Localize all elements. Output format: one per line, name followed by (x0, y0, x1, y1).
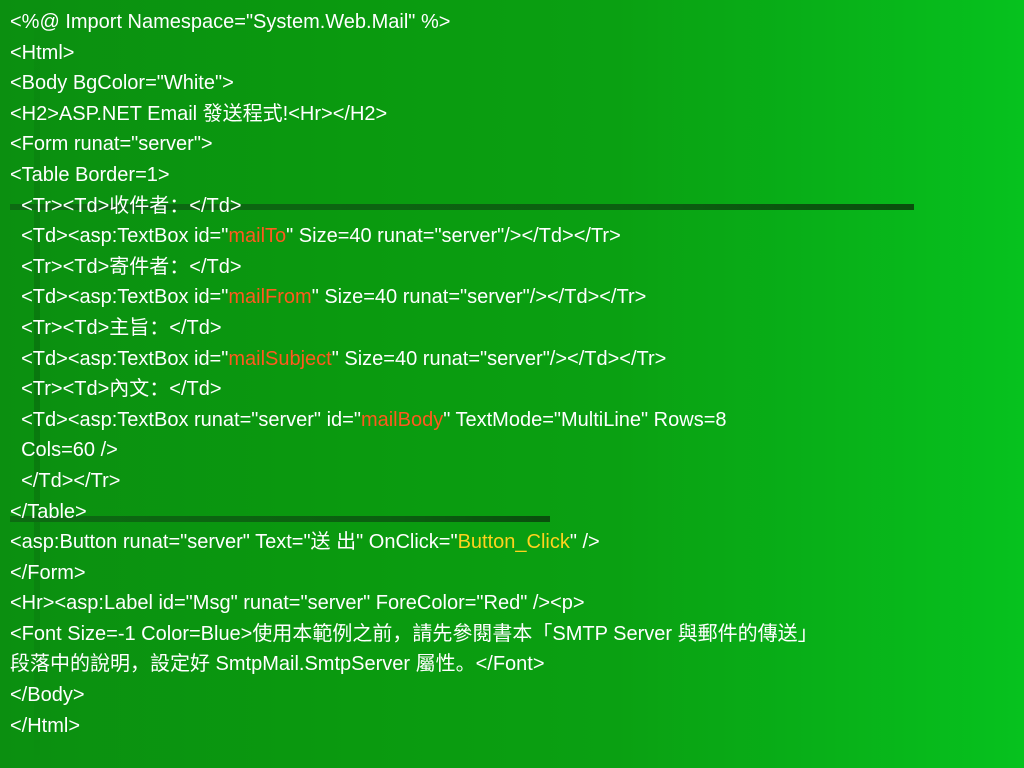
slide: <%@ Import Namespace="System.Web.Mail" %… (0, 0, 1024, 768)
code-text: </Form> (10, 561, 86, 584)
code-line: <Tr><Td>寄件者：</Td> (10, 252, 1024, 283)
code-line: </Body> (10, 680, 1024, 711)
code-text: " TextMode="MultiLine" Rows=8 (443, 408, 727, 431)
code-line: <Html> (10, 38, 1024, 69)
code-line: <Td><asp:TextBox id="mailFrom" Size=40 r… (10, 282, 1024, 313)
code-text: <asp:Button runat="server" Text="送 出" On… (10, 531, 458, 554)
code-line: <H2>ASP.NET Email 發送程式!<Hr></H2> (10, 99, 1024, 130)
code-line: <Td><asp:TextBox runat="server" id="mail… (10, 405, 1024, 436)
code-line: <Tr><Td>內文：</Td> (10, 374, 1024, 405)
code-line: 段落中的說明，設定好 SmtpMail.SmtpServer 屬性。</Font… (10, 649, 1024, 680)
code-text: <Td><asp:TextBox id=" (10, 286, 229, 309)
code-text: </Html> (10, 714, 81, 737)
code-line: <Hr><asp:Label id="Msg" runat="server" F… (10, 588, 1024, 619)
code-text: </Td></Tr> (10, 469, 121, 492)
code-text: <Tr><Td>寄件者：</Td> (10, 255, 242, 278)
code-text: <Td><asp:TextBox runat="server" id=" (10, 408, 361, 431)
code-line: <Body BgColor="White"> (10, 68, 1024, 99)
code-text: <Tr><Td>內文：</Td> (10, 378, 222, 401)
code-text: <%@ Import Namespace="System.Web.Mail" %… (10, 11, 451, 33)
code-text: <Hr><asp:Label id="Msg" runat="server" F… (10, 592, 585, 615)
code-line: </Form> (10, 558, 1024, 589)
code-text: 段落中的說明，設定好 SmtpMail.SmtpServer 屬性。</Font… (10, 653, 545, 676)
code-text: <Td><asp:TextBox id=" (10, 225, 229, 248)
highlighted-identifier: mailTo (228, 225, 287, 248)
code-line: <Font Size=-1 Color=Blue>使用本範例之前，請先參閱書本「… (10, 619, 1024, 650)
code-line: </Table> (10, 497, 1024, 528)
code-text: <Td><asp:TextBox id=" (10, 347, 229, 370)
highlighted-identifier: mailBody (360, 408, 444, 431)
code-text: Cols=60 /> (10, 439, 118, 462)
code-listing: <%@ Import Namespace="System.Web.Mail" %… (10, 7, 1024, 741)
code-text: <Html> (10, 41, 75, 64)
code-text: " Size=40 runat="server"/></Td></Tr> (311, 286, 647, 309)
code-text: </Body> (10, 684, 85, 707)
code-line: <%@ Import Namespace="System.Web.Mail" %… (10, 7, 1024, 38)
highlighted-identifier: mailSubject (228, 347, 332, 370)
code-line: <Table Border=1> (10, 160, 1024, 191)
code-text: <H2>ASP.NET Email 發送程式!<Hr></H2> (10, 102, 388, 125)
code-text: <Body BgColor="White"> (10, 72, 234, 95)
code-text: " Size=40 runat="server"/></Td></Tr> (286, 225, 621, 248)
code-line: Cols=60 /> (10, 435, 1024, 466)
highlighted-identifier: mailFrom (228, 286, 312, 309)
code-line: <Tr><Td>主旨：</Td> (10, 313, 1024, 344)
code-text: <Table Border=1> (10, 163, 170, 186)
code-text: </Table> (10, 500, 87, 523)
code-line: <Tr><Td>收件者：</Td> (10, 191, 1024, 222)
code-text: <Form runat="server"> (10, 133, 213, 156)
code-line: <Td><asp:TextBox id="mailSubject" Size=4… (10, 344, 1024, 375)
code-line: <Form runat="server"> (10, 129, 1024, 160)
code-line: <Td><asp:TextBox id="mailTo" Size=40 run… (10, 221, 1024, 252)
code-text: " /> (569, 531, 600, 554)
code-line: <asp:Button runat="server" Text="送 出" On… (10, 527, 1024, 558)
highlighted-handler: Button_Click (457, 531, 570, 554)
code-line: </Html> (10, 711, 1024, 742)
code-text: <Font Size=-1 Color=Blue>使用本範例之前，請先參閱書本「… (10, 622, 818, 645)
code-text: " Size=40 runat="server"/></Td></Tr> (331, 347, 667, 370)
code-text: <Tr><Td>收件者：</Td> (10, 194, 242, 217)
code-line: </Td></Tr> (10, 466, 1024, 497)
code-text: <Tr><Td>主旨：</Td> (10, 316, 222, 339)
